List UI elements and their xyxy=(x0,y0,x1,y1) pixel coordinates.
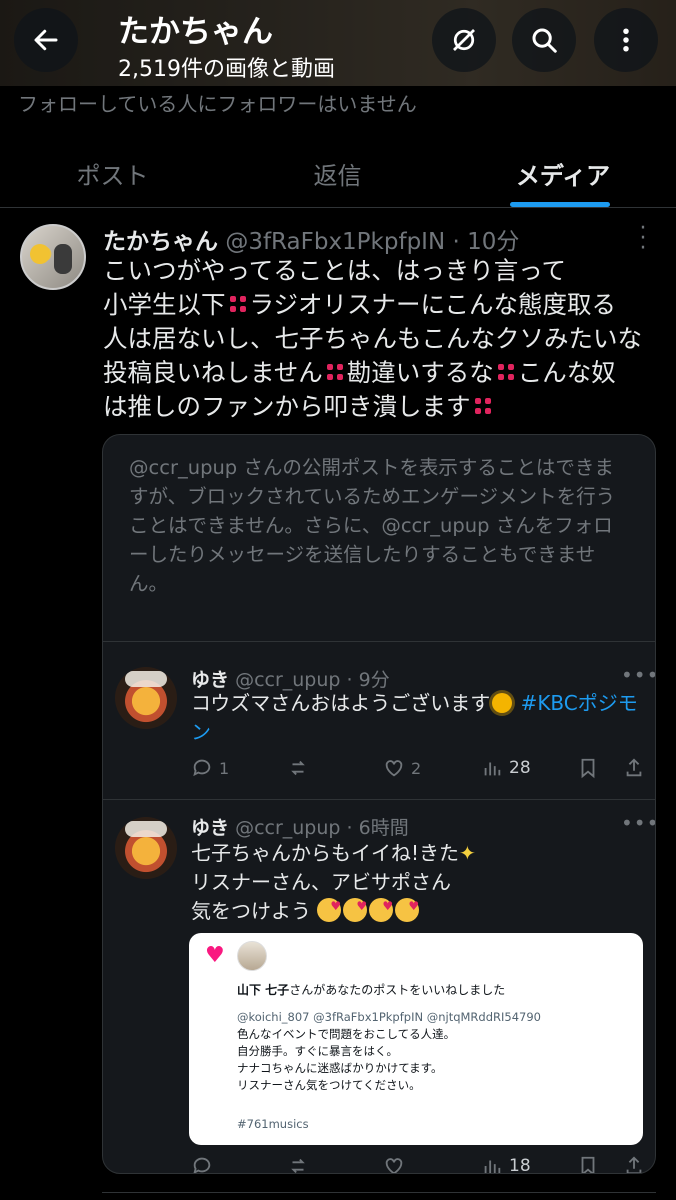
anger-emoji-icon xyxy=(323,360,347,384)
arrow-left-icon xyxy=(34,29,58,51)
bookmark-button[interactable] xyxy=(577,757,599,779)
repost-button[interactable] xyxy=(287,757,309,779)
reply-more-icon[interactable]: ••• xyxy=(621,663,655,687)
avatar[interactable] xyxy=(115,667,177,729)
heart-icon: ♥ xyxy=(205,943,225,968)
repost-icon xyxy=(291,1158,305,1173)
more-button[interactable] xyxy=(594,8,658,72)
bookmark-button[interactable] xyxy=(577,1155,599,1173)
reply-text: コウズマさんおはようございます #KBCポジモン xyxy=(191,691,638,744)
followers-note: フォローしている人にフォロワーはいません xyxy=(18,92,417,116)
tab-posts[interactable]: ポスト xyxy=(0,138,225,208)
header-subtitle: 2,519件の画像と動画 xyxy=(118,57,335,82)
sparkles-icon: ✦ xyxy=(459,841,476,865)
header-title: たかちゃん xyxy=(118,14,273,50)
repost-icon xyxy=(291,760,305,776)
notification-hashtag: #761musics xyxy=(237,1117,309,1131)
profile-header: たかちゃん 2,519件の画像と動画 xyxy=(0,0,676,86)
reply-text: 七子ちゃんからもイイね!きた✦ リスナーさん、アビサポさん 気をつけよう xyxy=(191,839,651,926)
smiling-face-with-hearts-icon xyxy=(369,892,394,922)
reply-button[interactable] xyxy=(191,1155,213,1173)
like-button[interactable] xyxy=(383,1155,405,1173)
hide-button[interactable] xyxy=(432,8,496,72)
notification-body: @koichi_807 @3fRaFbx1PkpfpIN @njtqMRddRI… xyxy=(237,1010,541,1092)
avatar xyxy=(237,941,267,971)
heart-icon xyxy=(385,1158,403,1173)
notification-screenshot[interactable]: ♥ 山下 七子さんがあなたのポストをいいねしました @koichi_807 @3… xyxy=(189,933,643,1145)
tab-media[interactable]: メディア xyxy=(450,138,676,208)
share-icon xyxy=(626,758,642,777)
like-button[interactable]: 2 xyxy=(383,757,421,779)
share-icon xyxy=(626,1156,642,1173)
divider xyxy=(103,799,655,800)
comment-icon xyxy=(193,1157,211,1173)
post-more-icon[interactable]: · · · xyxy=(632,218,654,260)
heart-icon xyxy=(385,760,403,777)
blocked-notice: @ccr_upup さんの公開ポストを表示することはできますが、ブロックされてい… xyxy=(129,456,616,595)
views-chart-icon xyxy=(484,1160,501,1173)
notification-title: 山下 七子さんがあなたのポストをいいねしました xyxy=(237,983,506,997)
comment-icon xyxy=(193,759,211,777)
eye-slash-icon xyxy=(453,29,475,51)
search-button[interactable] xyxy=(512,8,576,72)
views-button[interactable]: 28 xyxy=(481,757,531,779)
avatar[interactable] xyxy=(20,224,86,290)
back-button[interactable] xyxy=(14,8,78,72)
repost-button[interactable] xyxy=(287,1155,309,1173)
anger-emoji-icon xyxy=(494,360,518,384)
next-item-edge xyxy=(102,1192,656,1200)
post-text: こいつがやってることは、はっきり言って 小学生以下 ラジオリスナーにこんな態度取る… xyxy=(103,256,642,421)
reply-header: ゆき @ccr_upup · 9分 xyxy=(191,669,390,691)
profile-tabs: ポスト 返信 メディア xyxy=(0,138,676,208)
reply-button[interactable]: 1 xyxy=(191,757,229,779)
post-time: · 10分 xyxy=(452,229,520,255)
sun-emoji-icon xyxy=(492,693,513,713)
reply-actions: 18 xyxy=(191,1155,642,1173)
views-chart-icon xyxy=(484,762,501,776)
smiling-face-with-hearts-icon xyxy=(343,892,368,922)
active-tab-indicator xyxy=(510,202,610,207)
share-button[interactable] xyxy=(623,1155,645,1173)
divider xyxy=(103,641,655,642)
smiling-face-with-hearts-icon xyxy=(395,892,420,922)
smiling-face-with-hearts-icon xyxy=(317,892,342,922)
share-button[interactable] xyxy=(623,757,645,779)
reply-header: ゆき @ccr_upup · 6時間 xyxy=(191,817,409,839)
avatar[interactable] xyxy=(115,817,177,879)
bookmark-icon xyxy=(581,1156,595,1173)
post-author-name[interactable]: たかちゃん xyxy=(103,229,218,255)
more-vertical-icon xyxy=(623,28,629,52)
attached-image-card[interactable]: @ccr_upup さんの公開ポストを表示することはできますが、ブロックされてい… xyxy=(102,434,656,1174)
bookmark-icon xyxy=(581,758,595,779)
views-button[interactable]: 18 xyxy=(481,1155,531,1173)
reply-actions: 1 2 28 xyxy=(191,757,642,783)
tab-replies[interactable]: 返信 xyxy=(225,138,450,208)
reply-more-icon[interactable]: ••• xyxy=(621,811,655,835)
post-author-handle[interactable]: @3fRaFbx1PkpfpIN xyxy=(225,229,445,255)
post-header: たかちゃん @3fRaFbx1PkpfpIN · 10分 xyxy=(103,222,519,256)
anger-emoji-icon xyxy=(226,292,250,316)
anger-emoji-icon xyxy=(471,394,495,418)
search-icon xyxy=(532,28,557,53)
